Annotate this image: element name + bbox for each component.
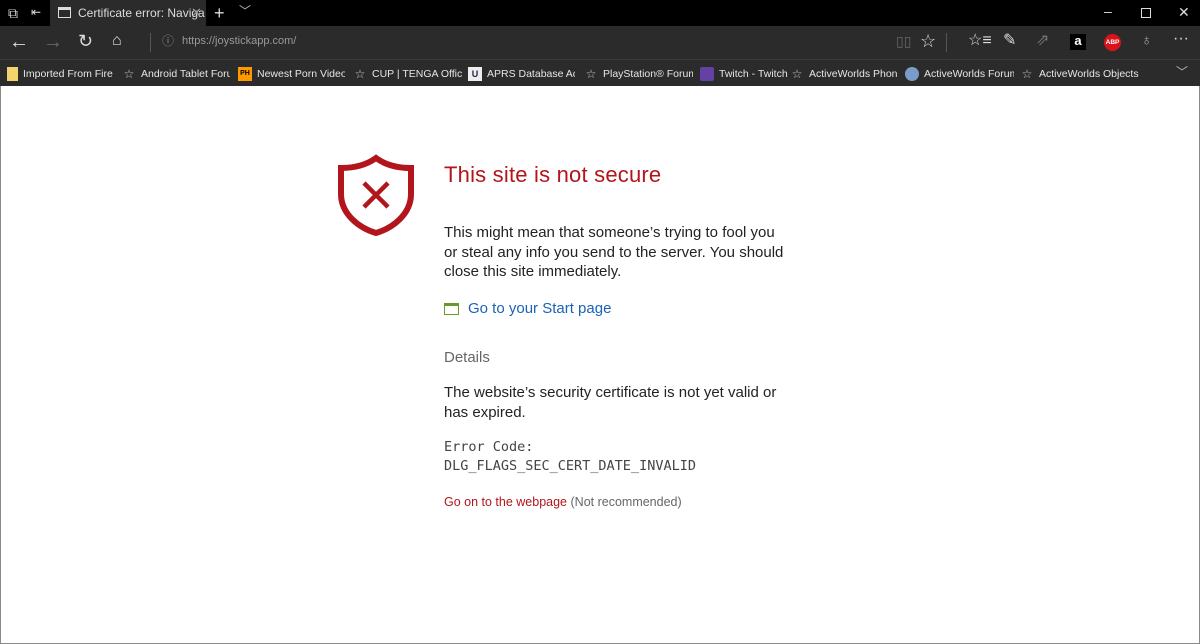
error-code-label: Error Code:: [444, 439, 534, 455]
reading-view-icon[interactable]: ▯▯: [896, 34, 911, 48]
divider: [150, 33, 151, 52]
amazon-icon[interactable]: a: [1070, 34, 1086, 50]
star-icon: ☆: [585, 66, 597, 81]
more-icon[interactable]: ···: [1173, 31, 1189, 47]
favorite-star-icon[interactable]: ☆: [920, 32, 936, 50]
refresh-icon[interactable]: ↻: [78, 32, 93, 50]
star-icon: ☆: [1021, 66, 1033, 81]
bookmark-item[interactable]: ☆Android Tablet Forum: [122, 60, 230, 87]
divider: [946, 33, 947, 52]
continue-to-webpage-link[interactable]: Go on to the webpage: [444, 495, 567, 509]
back-icon[interactable]: ←: [9, 32, 29, 52]
bookmark-item[interactable]: ☆CUP | TENGA Official: [353, 60, 462, 87]
bookmark-item[interactable]: ActiveWorlds Forums: [905, 60, 1014, 87]
adblock-plus-icon[interactable]: ABP: [1104, 34, 1121, 51]
globe-icon: [905, 66, 919, 81]
error-code: DLG_FLAGS_SEC_CERT_DATE_INVALID: [444, 458, 696, 474]
star-icon: ☆: [791, 66, 803, 81]
maximize-icon[interactable]: [1141, 8, 1151, 18]
details-heading: Details: [444, 349, 490, 366]
aprs-u-icon: U: [468, 66, 482, 81]
star-icon: ☆: [354, 66, 366, 81]
folder-icon: [7, 66, 18, 81]
chevron-down-icon[interactable]: ﹀: [239, 5, 251, 17]
favorites-overflow-chevron-icon[interactable]: ﹀: [1176, 66, 1188, 78]
bookmark-item[interactable]: ☆ActiveWorlds Phone I: [790, 60, 897, 87]
web-note-icon[interactable]: ✎: [1003, 33, 1016, 49]
title-bar: ⧉ ⇤ Certificate error: Naviga ✕ + ﹀ – ✕: [0, 0, 1200, 26]
address-bar[interactable]: ⓘ https://joystickapp.com/: [160, 30, 880, 54]
error-code-block: Error Code: DLG_FLAGS_SEC_CERT_DATE_INVA…: [444, 438, 696, 476]
page-content: This site is not secure This might mean …: [0, 86, 1200, 644]
pornhub-icon: PH: [238, 66, 252, 81]
info-icon[interactable]: ⓘ: [162, 35, 174, 47]
navigation-toolbar: ← → ↻ ⌂ ⓘ https://joystickapp.com/ ▯▯ ☆ …: [0, 26, 1200, 59]
bookmark-item[interactable]: Imported From Firefo: [7, 60, 113, 87]
home-icon[interactable]: ⌂: [112, 33, 122, 49]
bookmark-item[interactable]: ☆ PlayStation® Forums: [584, 60, 693, 87]
favorites-bar: Imported From Firefo ☆ Android Tablet For…: [0, 59, 1200, 86]
page-title: This site is not secure: [444, 162, 662, 187]
start-page-link[interactable]: Go to your Start page: [444, 300, 611, 317]
star-icon: ☆: [123, 66, 135, 81]
tab-active[interactable]: Certificate error: Naviga ✕: [50, 0, 206, 26]
minimize-icon[interactable]: –: [1104, 4, 1112, 18]
details-text: The website’s security certificate is no…: [444, 384, 777, 421]
close-icon[interactable]: ✕: [1178, 5, 1190, 19]
extension-icon[interactable]: ♁: [1141, 33, 1152, 48]
tab-title: Certificate error: Naviga: [78, 6, 205, 20]
start-page-icon: [444, 302, 459, 315]
share-icon[interactable]: ⇗: [1036, 33, 1049, 49]
bookmark-item[interactable]: UAPRS Database Acces: [468, 60, 575, 87]
url-text[interactable]: https://joystickapp.com/: [182, 35, 296, 47]
set-aside-tabs-icon[interactable]: ⇤: [31, 6, 41, 18]
page-icon: [58, 7, 71, 18]
shield-error-icon: [338, 154, 414, 236]
bookmark-item[interactable]: PHNewest Porn Videos -: [238, 60, 345, 87]
description: This might mean that someone’s trying to…: [444, 224, 784, 280]
new-tab-plus-icon[interactable]: +: [214, 4, 225, 22]
bookmark-item[interactable]: ☆ ActiveWorlds Objects: [1020, 60, 1139, 87]
tab-manager-icon[interactable]: ⧉: [8, 6, 18, 20]
favorites-hub-icon[interactable]: ☆≡: [968, 33, 992, 49]
close-tab-icon[interactable]: ✕: [191, 5, 202, 21]
bookmark-item[interactable]: Twitch - Twitch: [700, 60, 788, 87]
not-recommended-note: (Not recommended): [570, 495, 682, 509]
forward-icon[interactable]: →: [43, 32, 63, 52]
twitch-icon: [700, 66, 714, 81]
